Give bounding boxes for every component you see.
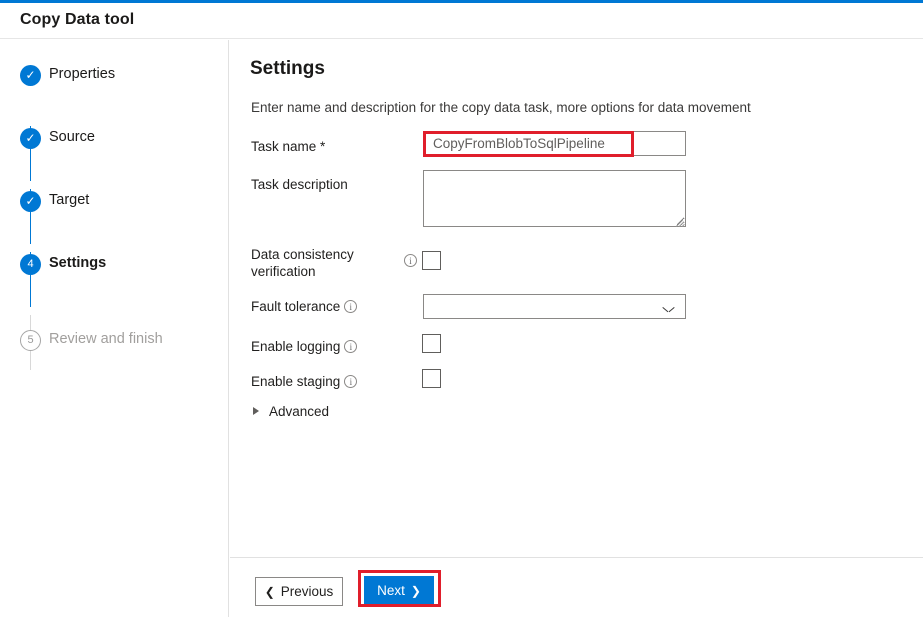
enable-staging-label-text: Enable staging: [251, 374, 340, 389]
data-consistency-label-line1: Data consistency: [251, 247, 354, 262]
data-consistency-label-line2: verification: [251, 264, 316, 279]
info-icon[interactable]: i: [344, 340, 357, 353]
sidebar-step-source[interactable]: Source: [0, 128, 229, 154]
chevron-left-icon: ❮: [265, 585, 275, 599]
info-icon[interactable]: i: [344, 300, 357, 313]
check-icon: [20, 191, 41, 212]
info-icon[interactable]: i: [404, 254, 417, 267]
sidebar-step-label-target: Target: [49, 192, 89, 208]
next-button-label: Next: [377, 583, 405, 598]
sidebar-step-target[interactable]: Target: [0, 191, 229, 217]
wizard-sidebar: Properties Source Target 4 Settings 5 Re…: [0, 40, 229, 617]
fault-tolerance-label: Fault tolerance i: [251, 298, 357, 315]
sidebar-step-label-properties: Properties: [49, 66, 115, 82]
title-bar: Copy Data tool: [0, 3, 923, 39]
chevron-down-icon: [663, 304, 674, 311]
data-consistency-checkbox[interactable]: [422, 251, 441, 270]
info-icon[interactable]: i: [344, 375, 357, 388]
enable-logging-checkbox[interactable]: [422, 334, 441, 353]
task-description-label: Task description: [251, 176, 348, 193]
sidebar-step-review-and-finish[interactable]: 5 Review and finish: [0, 330, 229, 356]
page-title: Settings: [250, 58, 325, 80]
check-icon: [20, 65, 41, 86]
triangle-right-icon: [253, 407, 259, 415]
sidebar-step-label-source: Source: [49, 129, 95, 145]
sidebar-step-settings[interactable]: 4 Settings: [0, 254, 229, 280]
enable-logging-label: Enable logging i: [251, 338, 357, 355]
sidebar-step-label-review-and-finish: Review and finish: [49, 331, 163, 347]
enable-staging-label: Enable staging i: [251, 373, 357, 390]
sidebar-step-properties[interactable]: Properties: [0, 65, 229, 91]
task-name-input[interactable]: [423, 131, 686, 156]
step-number-5: 5: [20, 330, 41, 351]
fault-tolerance-label-text: Fault tolerance: [251, 299, 340, 314]
page-subtitle: Enter name and description for the copy …: [251, 100, 751, 115]
advanced-expander-label: Advanced: [269, 404, 329, 419]
task-description-textarea[interactable]: [423, 170, 686, 227]
next-button[interactable]: Next ❯: [364, 576, 434, 605]
data-consistency-label: Data consistency verification: [251, 246, 401, 280]
previous-button[interactable]: ❮ Previous: [255, 577, 343, 606]
previous-button-label: Previous: [281, 584, 334, 599]
sidebar-step-label-settings: Settings: [49, 255, 106, 271]
required-marker: *: [320, 139, 325, 154]
chevron-right-icon: ❯: [411, 584, 421, 598]
task-name-label-text: Task name: [251, 139, 316, 154]
check-icon: [20, 128, 41, 149]
window-title: Copy Data tool: [20, 11, 134, 29]
enable-staging-checkbox[interactable]: [422, 369, 441, 388]
enable-logging-label-text: Enable logging: [251, 339, 340, 354]
fault-tolerance-select[interactable]: [423, 294, 686, 319]
copy-data-tool-window: Copy Data tool Properties Source Target …: [0, 0, 923, 617]
step-number-4: 4: [20, 254, 41, 275]
task-name-label: Task name *: [251, 138, 325, 155]
